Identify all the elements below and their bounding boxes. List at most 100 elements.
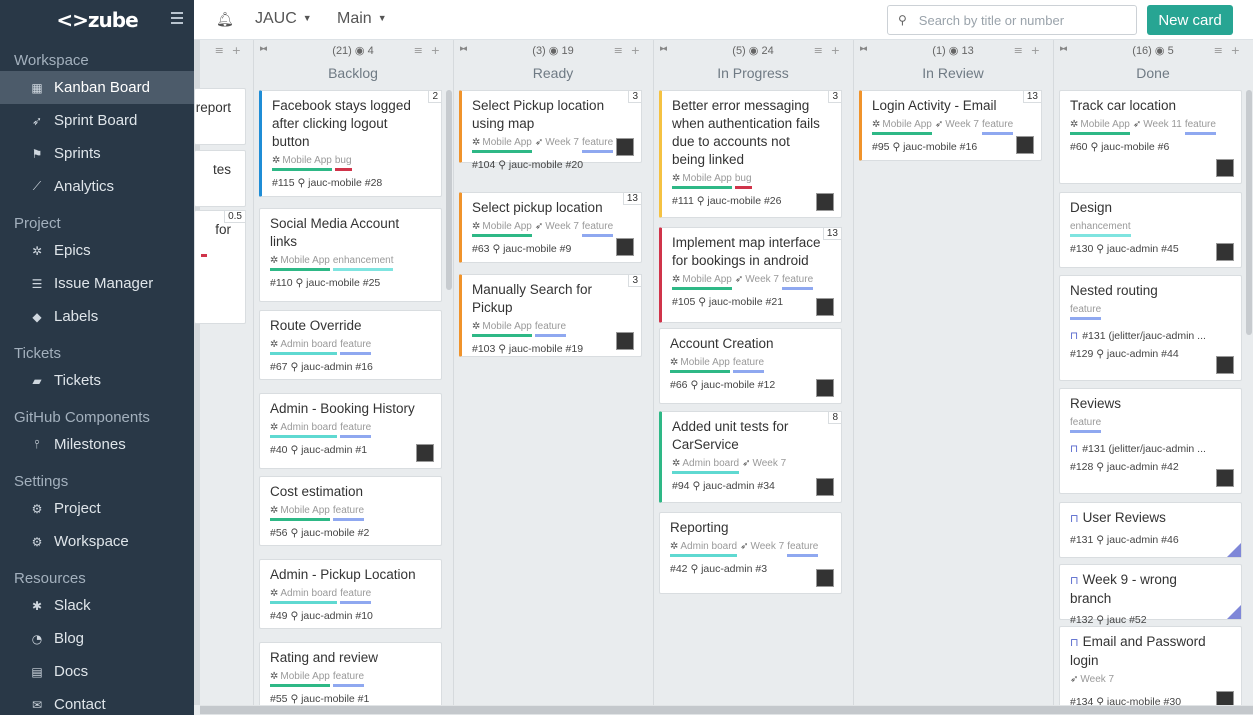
board-selector[interactable]: Main ▼ bbox=[337, 10, 387, 28]
sidebar-item-kanban-board[interactable]: ▦ Kanban Board bbox=[0, 71, 194, 104]
sidebar-item-issue-manager[interactable]: ☰ Issue Manager bbox=[0, 267, 194, 300]
sidebar-item-sprint-board[interactable]: ➶ Sprint Board bbox=[0, 104, 194, 137]
sidebar-item-docs[interactable]: ▤ Docs bbox=[0, 655, 194, 688]
sidebar-item-project[interactable]: ⚙ Project bbox=[0, 492, 194, 525]
card[interactable]: Facebook stays logged after clicking log… bbox=[259, 90, 442, 197]
label-week-7[interactable]: ➶ Week 7 bbox=[935, 118, 979, 135]
column-tools[interactable]: ≡+ bbox=[814, 44, 848, 57]
label-feature[interactable]: feature bbox=[1070, 303, 1102, 320]
project-selector[interactable]: JAUC ▼ bbox=[255, 10, 312, 28]
column-tools[interactable]: ≡+ bbox=[1014, 44, 1048, 57]
horizontal-scrollbar[interactable] bbox=[200, 705, 1253, 715]
label-feature[interactable]: feature bbox=[982, 118, 1014, 135]
card[interactable]: Manually Search for Pickup 3 ✲ Mobile App fe… bbox=[459, 274, 642, 357]
label-mobile-app[interactable]: ✲ Mobile App bbox=[472, 136, 532, 153]
card[interactable]: Implement map interface for bookings in … bbox=[659, 227, 842, 323]
card[interactable]: Login Activity - Email 13 ✲ Mobile App ➶ Week… bbox=[859, 90, 1042, 161]
label-mobile-app[interactable]: ✲ Mobile App bbox=[472, 220, 532, 237]
logo[interactable]: <>zube bbox=[0, 0, 194, 40]
label-admin-board[interactable]: ✲ Admin board bbox=[270, 338, 338, 355]
sidebar-item-epics[interactable]: ✲ Epics bbox=[0, 234, 194, 267]
label-feature[interactable]: feature bbox=[582, 220, 614, 237]
avatar[interactable] bbox=[1216, 356, 1234, 374]
label-week-11[interactable]: ➶ Week 11 bbox=[1133, 118, 1182, 135]
label-mobile-app[interactable]: ✲ Mobile App bbox=[270, 504, 330, 521]
label-week-7[interactable]: ➶ Week 7 bbox=[535, 136, 579, 153]
label-admin-board[interactable]: ✲ Admin board bbox=[670, 540, 738, 557]
sidebar-item-milestones[interactable]: ⫯ Milestones bbox=[0, 428, 194, 461]
sidebar-item-blog[interactable]: ◔ Blog bbox=[0, 622, 194, 655]
label-enhancement[interactable]: enhancement bbox=[332, 254, 394, 271]
column-tools[interactable]: ≡+ bbox=[614, 44, 648, 57]
label-feature[interactable]: feature bbox=[332, 504, 365, 521]
column-tools[interactable]: ≡+ bbox=[414, 44, 448, 57]
sidebar-item-labels[interactable]: ◆ Labels bbox=[0, 300, 194, 333]
label-mobile-app[interactable]: ✲ Mobile App bbox=[472, 320, 532, 337]
linked-pr[interactable]: ⊓ #131 (jelitter/jauc-admin ... bbox=[1070, 330, 1231, 342]
label-feature[interactable]: feature bbox=[787, 540, 819, 557]
card[interactable]: for 0.5 bbox=[194, 210, 246, 324]
card[interactable]: tes bbox=[194, 150, 246, 207]
label-mobile-app[interactable]: ✲ Mobile App bbox=[270, 670, 330, 687]
card[interactable]: Better error messaging when authenticati… bbox=[659, 90, 842, 218]
label-mobile-app[interactable]: ✲ Mobile App bbox=[270, 254, 330, 271]
label-week-7[interactable]: ➶ Week 7 bbox=[740, 540, 784, 557]
label-bug[interactable]: bug bbox=[734, 172, 752, 189]
label-feature[interactable]: feature bbox=[340, 421, 372, 438]
label-bug[interactable]: bug bbox=[334, 154, 352, 171]
avatar[interactable] bbox=[816, 569, 834, 587]
card[interactable]: Social Media Account links ✲ Mobile App enh… bbox=[259, 208, 442, 302]
card[interactable]: Track car location ✲ Mobile App ➶ Week 11 fea… bbox=[1059, 90, 1242, 184]
card[interactable]: Design enhancement #130 ⚲ jauc-admin #45 bbox=[1059, 192, 1242, 268]
linked-pr[interactable]: ⊓ #131 (jelitter/jauc-admin ... bbox=[1070, 443, 1231, 455]
avatar[interactable] bbox=[1216, 243, 1234, 261]
avatar[interactable] bbox=[816, 298, 834, 316]
card[interactable]: ⊓ Email and Password login ➶ Week 7 #134 ⚲ j… bbox=[1059, 626, 1242, 705]
label-feature[interactable]: feature bbox=[1070, 416, 1102, 433]
label-enhancement[interactable]: enhancement bbox=[1070, 220, 1131, 237]
label-feature[interactable]: feature bbox=[582, 136, 614, 153]
label-mobile-app[interactable]: ✲ Mobile App bbox=[1070, 118, 1130, 135]
avatar[interactable] bbox=[616, 332, 634, 350]
label-week-7[interactable]: ➶ Week 7 bbox=[742, 457, 786, 474]
label-mobile-app[interactable]: ✲ Mobile App bbox=[672, 273, 732, 290]
label-week-7[interactable]: ➶ Week 7 bbox=[535, 220, 579, 237]
column-tools[interactable]: ≡+ bbox=[1214, 44, 1248, 57]
card[interactable]: Account Creation ✲ Mobile App feature #66 ⚲ … bbox=[659, 328, 842, 404]
bell-icon[interactable]: 🔔︎ bbox=[216, 12, 234, 28]
card[interactable]: Select Pickup location using map 3 ✲ Mobile… bbox=[459, 90, 642, 171]
label-admin-board[interactable]: ✲ Admin board bbox=[672, 457, 740, 474]
label-feature[interactable]: feature bbox=[534, 320, 567, 337]
card[interactable]: Added unit tests for CarService 8 ✲ Admin b… bbox=[659, 411, 842, 503]
sidebar-item-slack[interactable]: ✱ Slack bbox=[0, 589, 194, 622]
card[interactable]: Admin - Booking History ✲ Admin board featu… bbox=[259, 393, 442, 469]
label-mobile-app[interactable]: ✲ Mobile App bbox=[872, 118, 932, 135]
avatar[interactable] bbox=[416, 444, 434, 462]
label-feature[interactable]: feature bbox=[332, 670, 365, 687]
sidebar-item-analytics[interactable]: ⟋ Analytics bbox=[0, 170, 194, 203]
avatar[interactable] bbox=[1216, 469, 1234, 487]
sidebar-item-tickets[interactable]: ▰ Tickets bbox=[0, 364, 194, 397]
label-mobile-app[interactable]: ✲ Mobile App bbox=[670, 356, 730, 373]
label-week-7[interactable]: ➶ Week 7 bbox=[1070, 673, 1114, 690]
avatar[interactable] bbox=[616, 238, 634, 256]
card[interactable]: ⊓ Week 9 - wrong branch #132 ⚲ jauc #52 bbox=[1059, 564, 1242, 626]
column-scrollbar[interactable] bbox=[446, 90, 452, 290]
search-input[interactable]: ⚲ Search by title or number bbox=[887, 5, 1137, 35]
avatar[interactable] bbox=[816, 379, 834, 397]
scrollbar-thumb[interactable] bbox=[200, 706, 1253, 714]
card[interactable]: Reviews feature ⊓ #131 (jelitter/jauc-admin… bbox=[1059, 388, 1242, 494]
card[interactable]: Cost estimation ✲ Mobile App feature #56 ⚲ j… bbox=[259, 476, 442, 546]
label-mobile-app[interactable]: ✲ Mobile App bbox=[272, 154, 332, 171]
label-week-7[interactable]: ➶ Week 7 bbox=[735, 273, 779, 290]
label-feature[interactable]: feature bbox=[340, 587, 372, 604]
avatar[interactable] bbox=[1216, 159, 1234, 177]
hamburger-menu-icon[interactable] bbox=[171, 12, 183, 24]
sidebar-item-sprints[interactable]: ⚑ Sprints bbox=[0, 137, 194, 170]
label-feature[interactable]: feature bbox=[782, 273, 814, 290]
card[interactable]: Reporting ✲ Admin board ➶ Week 7 feature #42 ⚲… bbox=[659, 512, 842, 594]
label-mobile-app[interactable]: ✲ Mobile App bbox=[672, 172, 732, 189]
avatar[interactable] bbox=[616, 138, 634, 156]
sidebar-item-workspace[interactable]: ⚙ Workspace bbox=[0, 525, 194, 558]
label-feature[interactable]: feature bbox=[732, 356, 765, 373]
